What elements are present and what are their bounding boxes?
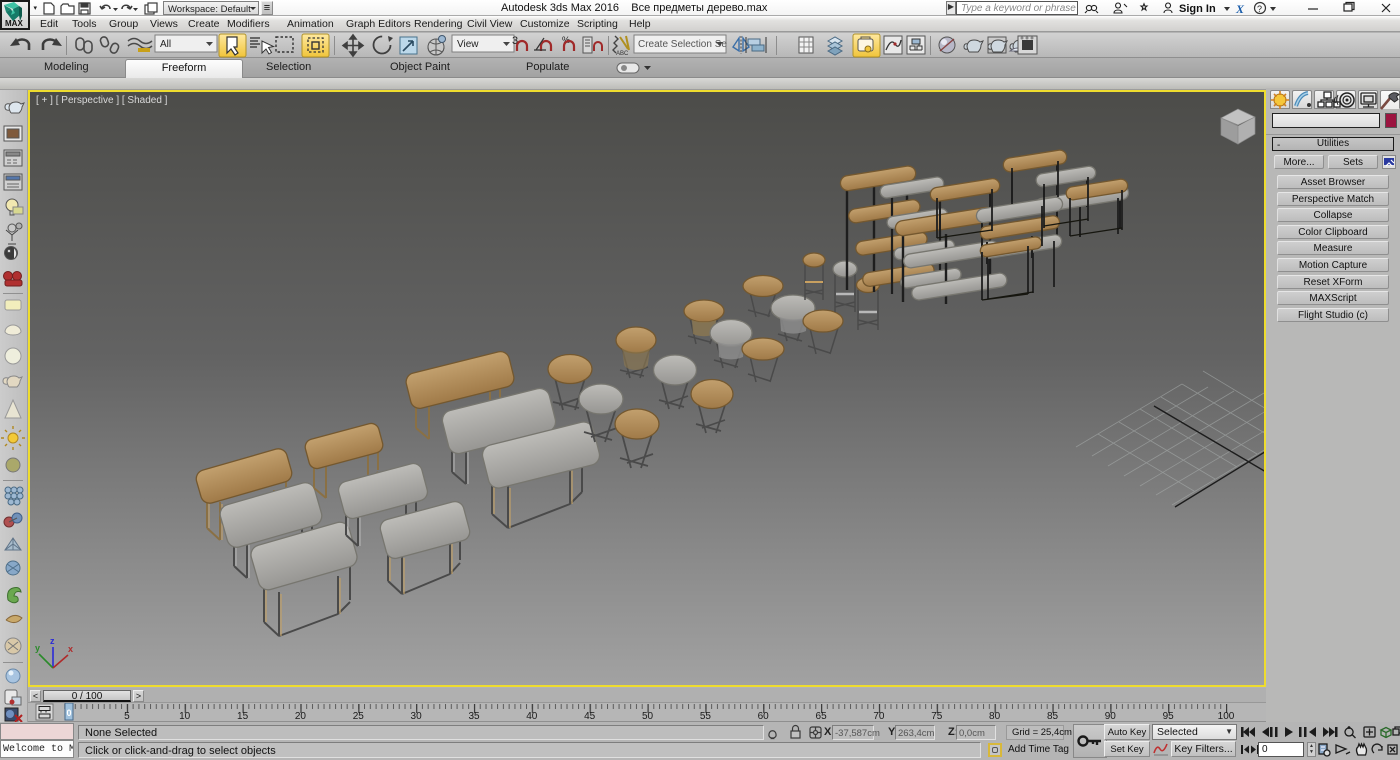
svg-text:30: 30 xyxy=(411,711,423,722)
svg-text:75: 75 xyxy=(931,711,943,722)
svg-text:?: ? xyxy=(1257,4,1262,14)
svg-text:85: 85 xyxy=(1047,711,1059,722)
svg-text:0: 0 xyxy=(66,708,71,718)
svg-text:ABC: ABC xyxy=(616,51,629,57)
svg-text:40: 40 xyxy=(526,711,538,722)
svg-text:20: 20 xyxy=(295,711,307,722)
svg-text:z: z xyxy=(50,636,55,646)
svg-text:55: 55 xyxy=(700,711,712,722)
svg-text:90: 90 xyxy=(1105,711,1117,722)
svg-text:x: x xyxy=(68,644,73,654)
svg-text:View: View xyxy=(457,39,479,50)
svg-text:45: 45 xyxy=(584,711,596,722)
svg-text:15: 15 xyxy=(237,711,249,722)
svg-text:10: 10 xyxy=(179,711,191,722)
svg-text:y: y xyxy=(35,643,40,653)
svg-text:35: 35 xyxy=(468,711,480,722)
svg-text:100: 100 xyxy=(1218,711,1235,722)
svg-text:70: 70 xyxy=(873,711,885,722)
svg-text:50: 50 xyxy=(642,711,654,722)
svg-text:25: 25 xyxy=(353,711,365,722)
svg-text:All: All xyxy=(160,39,171,50)
svg-text:Sign In: Sign In xyxy=(1179,3,1216,15)
svg-text:80: 80 xyxy=(989,711,1001,722)
svg-text:60: 60 xyxy=(758,711,770,722)
svg-text:95: 95 xyxy=(1163,711,1175,722)
svg-text:5: 5 xyxy=(124,711,130,722)
svg-text:65: 65 xyxy=(816,711,828,722)
svg-text:Create Selection Se: Create Selection Se xyxy=(638,39,727,50)
svg-text:X: X xyxy=(1235,2,1245,15)
